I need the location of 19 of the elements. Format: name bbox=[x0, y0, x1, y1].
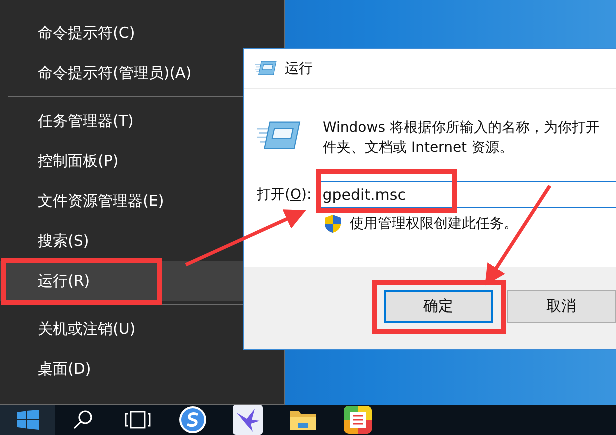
cancel-button[interactable]: 取消 bbox=[507, 290, 616, 323]
task-view-icon[interactable] bbox=[124, 411, 150, 429]
search-icon[interactable] bbox=[72, 410, 92, 430]
bird-app-icon[interactable] bbox=[232, 405, 262, 435]
description-text: 件夹、文档或 Internet 资源。 bbox=[323, 139, 514, 157]
shield-icon bbox=[324, 214, 342, 234]
dialog-title: 运行 bbox=[285, 60, 313, 78]
run-icon bbox=[255, 60, 277, 77]
open-label: 打开(O): bbox=[257, 186, 312, 204]
admin-note: 使用管理权限创建此任务。 bbox=[350, 215, 518, 233]
run-icon bbox=[257, 119, 301, 152]
description-text: Windows 将根据你所输入的名称，为你打开 bbox=[323, 119, 600, 137]
menu-item[interactable]: 命令提示符(C) bbox=[0, 13, 284, 53]
colorful-app-icon[interactable] bbox=[344, 406, 372, 434]
windows-logo-icon[interactable] bbox=[16, 410, 38, 430]
s-circle-app-icon[interactable] bbox=[178, 406, 206, 434]
folder-icon[interactable] bbox=[288, 408, 316, 432]
menu-item[interactable]: 桌面(D) bbox=[0, 349, 284, 389]
ok-button[interactable]: 确定 bbox=[384, 290, 493, 323]
